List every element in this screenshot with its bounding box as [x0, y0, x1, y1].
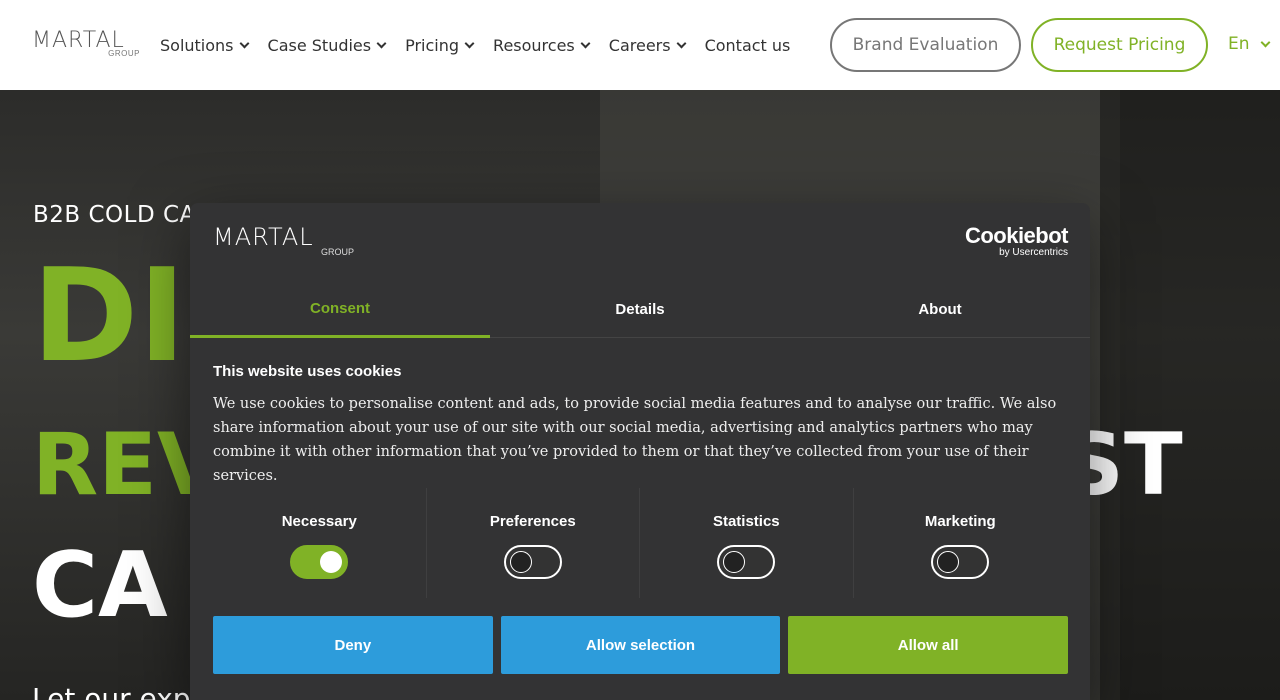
cookiebot-by: by Usercentrics: [999, 247, 1068, 258]
nav-case-studies-label: Case Studies: [267, 35, 372, 55]
cookie-category-toggles: Necessary Preferences Statistics Marketi…: [190, 488, 1090, 598]
cookie-logo-subtext: GROUP: [320, 247, 354, 257]
chevron-down-icon: [676, 38, 687, 48]
cookie-title: This website uses cookies: [213, 363, 402, 380]
nav-solutions[interactable]: Solutions: [160, 34, 249, 56]
hero-kicker: B2B COLD CA: [33, 202, 196, 228]
cookie-tabs: Consent Details About: [190, 281, 1090, 338]
language-label: En: [1228, 34, 1250, 54]
cookie-dialog-logo: MARTAL GROUP: [213, 225, 358, 261]
nav-careers-label: Careers: [608, 35, 671, 55]
toggle-statistics-label: Statistics: [712, 513, 780, 530]
nav-case-studies[interactable]: Case Studies: [267, 34, 387, 56]
chevron-down-icon: [464, 38, 475, 48]
nav-pricing-label: Pricing: [405, 35, 460, 55]
brand-evaluation-button[interactable]: Brand Evaluation: [830, 18, 1021, 72]
chevron-down-icon: [239, 38, 249, 48]
switch-knob: [320, 551, 343, 573]
toggle-marketing: Marketing: [854, 488, 1067, 598]
cookie-actions: Deny Allow selection Allow all: [213, 616, 1069, 674]
statistics-switch[interactable]: [717, 545, 776, 579]
nav-contact-us[interactable]: Contact us: [705, 34, 791, 56]
hero-headline-line3: CA: [32, 533, 168, 638]
nav-contact-us-label: Contact us: [704, 35, 791, 55]
hero-background-shade: [1100, 90, 1280, 700]
toggle-statistics: Statistics: [640, 488, 854, 598]
toggle-necessary-label: Necessary: [281, 513, 357, 530]
toggle-marketing-label: Marketing: [924, 513, 996, 530]
cookiebot-name: Cookiebot: [964, 223, 1069, 248]
toggle-necessary: Necessary: [213, 488, 427, 598]
allow-all-button[interactable]: Allow all: [788, 616, 1069, 674]
switch-knob: [937, 551, 960, 573]
nav-solutions-label: Solutions: [160, 35, 234, 55]
logo-subtext: GROUP: [108, 49, 140, 58]
deny-button[interactable]: Deny: [213, 616, 493, 674]
hero-headline-line1: DI: [32, 242, 186, 391]
site-header: MARTAL GROUP Solutions Case Studies Pric…: [0, 0, 1280, 90]
language-selector[interactable]: En: [1228, 34, 1270, 54]
martal-logo[interactable]: MARTAL GROUP: [32, 30, 142, 60]
nav-pricing[interactable]: Pricing: [405, 34, 475, 56]
tab-consent[interactable]: Consent: [190, 281, 490, 338]
marketing-switch[interactable]: [931, 545, 990, 579]
cookie-description: We use cookies to personalise content an…: [213, 396, 1057, 484]
chevron-down-icon: [376, 38, 387, 48]
necessary-switch[interactable]: [290, 545, 349, 579]
nav-careers[interactable]: Careers: [608, 34, 687, 56]
cookie-consent-dialog: MARTAL GROUP Cookiebot by Usercentrics C…: [190, 203, 1090, 700]
switch-knob: [723, 551, 746, 573]
chevron-down-icon: [580, 38, 591, 48]
allow-selection-button[interactable]: Allow selection: [500, 616, 781, 674]
tab-about[interactable]: About: [790, 281, 1090, 338]
nav-resources[interactable]: Resources: [493, 34, 591, 56]
tab-details[interactable]: Details: [490, 281, 790, 338]
toggle-preferences-label: Preferences: [489, 513, 576, 530]
preferences-switch[interactable]: [503, 545, 562, 579]
chevron-down-icon: [1260, 37, 1270, 47]
request-pricing-button[interactable]: Request Pricing: [1031, 18, 1208, 72]
switch-knob: [509, 551, 532, 573]
cookie-logo-wordmark: MARTAL: [213, 223, 314, 251]
main-nav: Solutions Case Studies Pricing Resources…: [160, 34, 810, 56]
cookiebot-logo[interactable]: Cookiebot by Usercentrics: [964, 223, 1069, 259]
toggle-preferences: Preferences: [427, 488, 641, 598]
nav-resources-label: Resources: [493, 35, 575, 55]
